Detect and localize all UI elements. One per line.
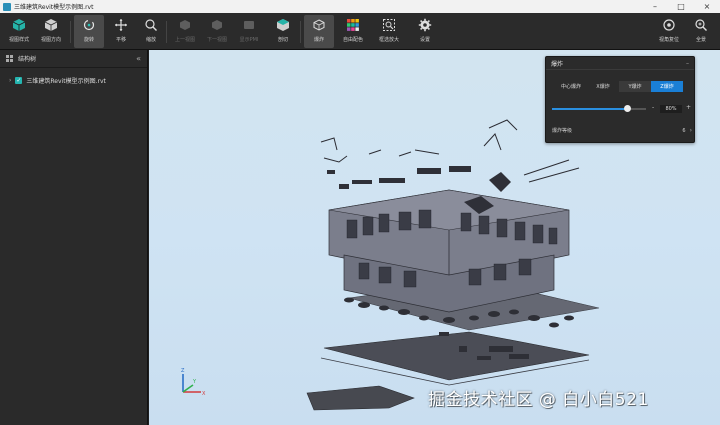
slider-fill — [552, 108, 628, 110]
expand-caret-icon[interactable]: › — [9, 77, 11, 84]
section-button[interactable]: 剖切 — [268, 15, 298, 48]
tree-item[interactable]: › ✓ 三维建筑Revit模型示例图.rvt — [0, 73, 147, 87]
collapse-sidebar-icon[interactable]: « — [136, 54, 141, 63]
view-direction-button[interactable]: 视图方向 — [36, 15, 66, 48]
chevron-right-icon[interactable]: › — [690, 127, 692, 134]
cube-forward-icon — [210, 18, 224, 32]
mode-center-explode[interactable]: 中心爆炸 — [555, 81, 587, 92]
title-bar: 三维建筑Revit模型示例图.rvt – □ × — [0, 0, 720, 13]
svg-text:X: X — [202, 391, 206, 397]
minimize-button[interactable]: – — [642, 0, 668, 13]
palette-icon — [346, 18, 360, 32]
section-cube-icon — [276, 18, 290, 32]
magnifier-icon — [144, 18, 158, 32]
target-icon — [662, 18, 676, 32]
panel-minimize-icon[interactable]: – — [686, 60, 689, 67]
show-pmi-button[interactable]: 显示PMI — [234, 15, 264, 48]
watermark-text: 掘金技术社区 @ 白小白521 — [428, 390, 649, 410]
next-view-button[interactable]: 下一视图 — [202, 15, 232, 48]
tree-grid-icon — [6, 55, 13, 62]
svg-text:Y: Y — [192, 379, 197, 385]
rotate-button[interactable]: 旋转 — [74, 15, 104, 48]
explode-level-row[interactable]: 爆炸等级 6 › — [552, 127, 692, 134]
gear-icon — [418, 18, 432, 32]
structure-tree-title: 结构树 — [18, 56, 37, 63]
explode-cube-icon — [312, 18, 326, 32]
toolbar: 视图样式 视图方向 旋转 平移 缩放 上一视图 下一视图 显示PMI 剖切 爆炸… — [0, 13, 720, 50]
full-view-button[interactable]: 全景 — [686, 15, 716, 48]
frame-zoom-button[interactable]: 框选放大 — [374, 15, 404, 48]
svg-text:Z: Z — [181, 368, 185, 374]
explode-panel-header: 爆炸 – — [546, 57, 694, 70]
explode-level-label: 爆炸等级 — [552, 128, 573, 134]
rotate-icon — [82, 18, 96, 32]
mode-y-explode[interactable]: Y爆炸 — [619, 81, 651, 92]
frame-zoom-icon — [382, 18, 396, 32]
mode-x-explode[interactable]: X爆炸 — [587, 81, 619, 92]
axis-gizmo-icon: Z X Y — [181, 368, 206, 397]
explode-panel-title: 爆炸 — [551, 60, 564, 68]
window-title: 三维建筑Revit模型示例图.rvt — [14, 4, 94, 11]
custom-color-button[interactable]: 自由配色 — [338, 15, 368, 48]
maximize-button[interactable]: □ — [668, 0, 694, 13]
explode-slider[interactable]: - 80% + — [552, 104, 692, 114]
pan-button[interactable]: 平移 — [106, 15, 136, 48]
explode-level-value: 6 — [682, 127, 686, 134]
view-position-button[interactable]: 视角复位 — [654, 15, 684, 48]
cube-outline-icon — [44, 18, 58, 32]
explode-panel: 爆炸 – 中心爆炸 X爆炸 Y爆炸 Z爆炸 - 80% + 爆炸等级 6 › — [545, 56, 695, 143]
mode-z-explode[interactable]: Z爆炸 — [651, 81, 683, 92]
slider-increase-button[interactable]: + — [686, 104, 691, 111]
app-icon — [3, 2, 11, 11]
cube-icon — [12, 18, 26, 32]
slider-handle[interactable] — [623, 105, 631, 112]
pmi-icon — [242, 18, 256, 32]
explode-mode-group: 中心爆炸 X爆炸 Y爆炸 Z爆炸 — [555, 81, 683, 92]
cube-back-icon — [178, 18, 192, 32]
slider-value[interactable]: 80% — [660, 105, 682, 113]
settings-button[interactable]: 设置 — [410, 15, 440, 48]
tree-item-checkbox[interactable]: ✓ — [15, 76, 23, 84]
close-button[interactable]: × — [694, 0, 720, 13]
tree-item-label: 三维建筑Revit模型示例图.rvt — [26, 77, 106, 85]
structure-tree-panel: 结构树 « › ✓ 三维建筑Revit模型示例图.rvt — [0, 50, 148, 425]
structure-tree-header: 结构树 « — [0, 50, 147, 68]
zoom-button[interactable]: 缩放 — [136, 15, 166, 48]
explode-button[interactable]: 爆炸 — [304, 15, 334, 48]
move-icon — [114, 18, 128, 32]
view-style-button[interactable]: 视图样式 — [4, 15, 34, 48]
zoom-fit-icon — [694, 18, 708, 32]
slider-decrease-button[interactable]: - — [652, 104, 654, 111]
prev-view-button[interactable]: 上一视图 — [170, 15, 200, 48]
